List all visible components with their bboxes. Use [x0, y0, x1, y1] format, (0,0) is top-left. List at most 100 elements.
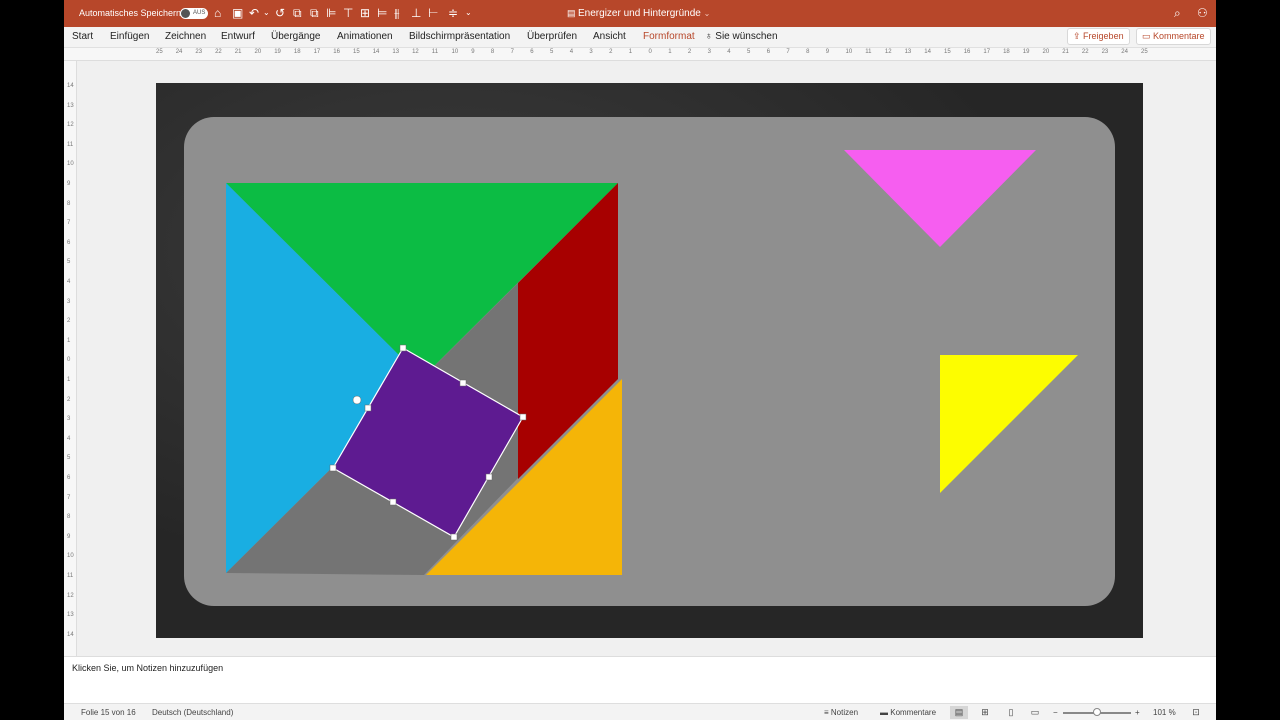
title-bar: Automatisches Speichern AUS ⌂ ▣ ↶ ⌄ ↺ ⧉ … — [64, 0, 1216, 27]
tab-ansicht[interactable]: Ansicht — [593, 31, 626, 42]
resize-handle[interactable] — [389, 498, 397, 506]
customize-toolbar-icon[interactable]: ⌄ — [465, 6, 472, 20]
ruler-number: 11 — [865, 49, 872, 55]
ruler-number: 10 — [67, 161, 74, 168]
resize-handle[interactable] — [519, 413, 527, 421]
ruler-number: 4 — [67, 279, 71, 285]
ruler-number: 3 — [67, 298, 71, 305]
ruler-number: 2 — [67, 318, 71, 325]
tab-formformat[interactable]: Formformat — [643, 31, 695, 42]
undo-icon[interactable]: ↶ — [249, 6, 259, 20]
autosave-toggle[interactable]: AUS — [180, 8, 208, 19]
redo-icon[interactable]: ↺ — [275, 6, 285, 20]
home-icon[interactable]: ⌂ — [214, 6, 221, 20]
undo-dropdown-icon[interactable]: ⌄ — [263, 6, 270, 20]
tab-entwurf[interactable]: Entwurf — [221, 31, 255, 42]
zoom-level[interactable]: 101 % — [1153, 708, 1176, 717]
tab-ueberpruefen[interactable]: Überprüfen — [527, 31, 577, 42]
tab-animationen[interactable]: Animationen — [337, 31, 393, 42]
ruler-number: 10 — [451, 49, 459, 55]
tab-bildschirmpraesentation[interactable]: Bildschirmpräsentation — [409, 31, 510, 42]
fit-to-window-icon[interactable]: ⊡ — [1187, 706, 1205, 719]
resize-handle[interactable] — [450, 533, 458, 541]
align-right-icon[interactable]: ⊨ — [377, 6, 387, 20]
ruler-number: 6 — [67, 239, 71, 246]
ruler-number: 3 — [707, 49, 711, 55]
notes-pane[interactable]: Klicken Sie, um Notizen hinzuzufügen — [64, 656, 1216, 703]
slideshow-icon[interactable]: ▭ — [1026, 706, 1044, 719]
toggle-knob — [181, 9, 190, 18]
ruler-number: 7 — [510, 49, 514, 55]
ruler-number: 4 — [727, 49, 731, 55]
slide-sorter-icon[interactable]: ⊞ — [976, 706, 994, 719]
tab-uebergaenge[interactable]: Übergänge — [271, 31, 320, 42]
share-person-icon[interactable]: ⚇ — [1197, 6, 1208, 20]
ruler-number: 8 — [67, 200, 71, 207]
ruler-number: 3 — [589, 49, 593, 55]
vertical-ruler[interactable]: 14 13 12 11 10 9 8 7 6 5 4 3 2 1 0 1 2 3 4 5 6 7 8 9 10 11 12 13 14 — [64, 61, 77, 656]
ruler-number: 4 — [569, 49, 574, 55]
comments-toggle[interactable]: ▬ Kommentare — [880, 708, 936, 717]
reading-view-icon[interactable]: ▯ — [1002, 706, 1020, 719]
notes-placeholder[interactable]: Klicken Sie, um Notizen hinzuzufügen — [72, 663, 223, 673]
autosave-state: AUS — [193, 10, 206, 16]
tab-start[interactable]: Start — [72, 31, 93, 42]
ruler-number: 12 — [412, 49, 419, 55]
ruler-number: 5 — [550, 49, 554, 55]
yellow-triangle[interactable] — [940, 355, 1078, 493]
ruler-number: 13 — [392, 49, 400, 55]
notes-toggle[interactable]: ≡ Notizen — [824, 708, 858, 717]
ruler-number: 9 — [67, 181, 71, 187]
bring-forward-icon[interactable]: ⧉ — [293, 6, 302, 20]
ruler-number: 7 — [67, 494, 71, 501]
align-left-icon[interactable]: ⊫ — [326, 6, 336, 20]
ruler-number: 4 — [67, 435, 71, 442]
zoom-slider-thumb[interactable] — [1093, 708, 1101, 716]
search-icon[interactable]: ⌕ — [1174, 6, 1181, 20]
rotate-handle-icon[interactable] — [352, 395, 362, 405]
align-bottom-icon[interactable]: ⊥ — [411, 6, 421, 20]
share-button[interactable]: ⇪ Freigeben — [1067, 28, 1130, 45]
ruler-number: 13 — [67, 612, 74, 619]
ruler-number: 18 — [293, 49, 301, 55]
tab-einfuegen[interactable]: Einfügen — [110, 31, 149, 42]
ruler-number: 2 — [687, 49, 692, 55]
align-middle-icon[interactable]: ⊢ — [428, 6, 438, 20]
save-icon[interactable]: ▣ — [232, 6, 243, 20]
resize-handle[interactable] — [329, 464, 337, 472]
ruler-number: 7 — [67, 220, 71, 227]
comments-button[interactable]: ▭ Kommentare — [1136, 28, 1211, 45]
ruler-number: 5 — [747, 49, 751, 55]
normal-view-icon[interactable]: ▤ — [950, 706, 968, 719]
horizontal-ruler[interactable]: 25 24 23 22 21 20 19 18 17 16 15 14 13 12 11 10 9 8 7 6 5 4 3 2… — [64, 48, 1216, 61]
ruler-number: 8 — [490, 49, 495, 55]
zoom-out-button[interactable]: − — [1053, 708, 1058, 717]
powerpoint-window: Automatisches Speichern AUS ⌂ ▣ ↶ ⌄ ↺ ⧉ … — [64, 0, 1216, 720]
comments-icon: ▬ — [880, 708, 891, 717]
resize-handle[interactable] — [364, 404, 372, 412]
ruler-number: 6 — [67, 475, 71, 481]
language-indicator[interactable]: Deutsch (Deutschland) — [152, 708, 233, 717]
share-label: Freigeben — [1083, 31, 1124, 41]
ruler-number: 11 — [431, 49, 439, 55]
distribute-h-icon[interactable]: ⫵ — [394, 6, 400, 20]
ruler-number: 2 — [67, 396, 71, 403]
ruler-number: 20 — [1042, 49, 1050, 55]
distribute-v-icon[interactable]: ≑ — [448, 6, 458, 20]
tell-me[interactable]: ♁ Sie wünschen — [705, 31, 778, 42]
resize-handle[interactable] — [399, 344, 407, 352]
align-center-icon[interactable]: ⊞ — [360, 6, 370, 20]
tab-zeichnen[interactable]: Zeichnen — [165, 31, 206, 42]
pink-triangle[interactable] — [844, 150, 1036, 247]
resize-handle[interactable] — [485, 473, 493, 481]
resize-handle[interactable] — [459, 379, 467, 387]
zoom-in-button[interactable]: + — [1135, 708, 1140, 717]
ruler-number: 15 — [353, 49, 360, 55]
send-backward-icon[interactable]: ⧉ — [310, 6, 319, 20]
ruler-number: 12 — [884, 49, 892, 55]
title-chevron-icon[interactable]: ⌄ — [704, 9, 711, 18]
slide-canvas[interactable] — [156, 83, 1143, 638]
align-top-icon[interactable]: ⊤ — [343, 6, 353, 20]
ruler-number: 8 — [806, 49, 810, 55]
ruler-number: 16 — [963, 49, 971, 55]
